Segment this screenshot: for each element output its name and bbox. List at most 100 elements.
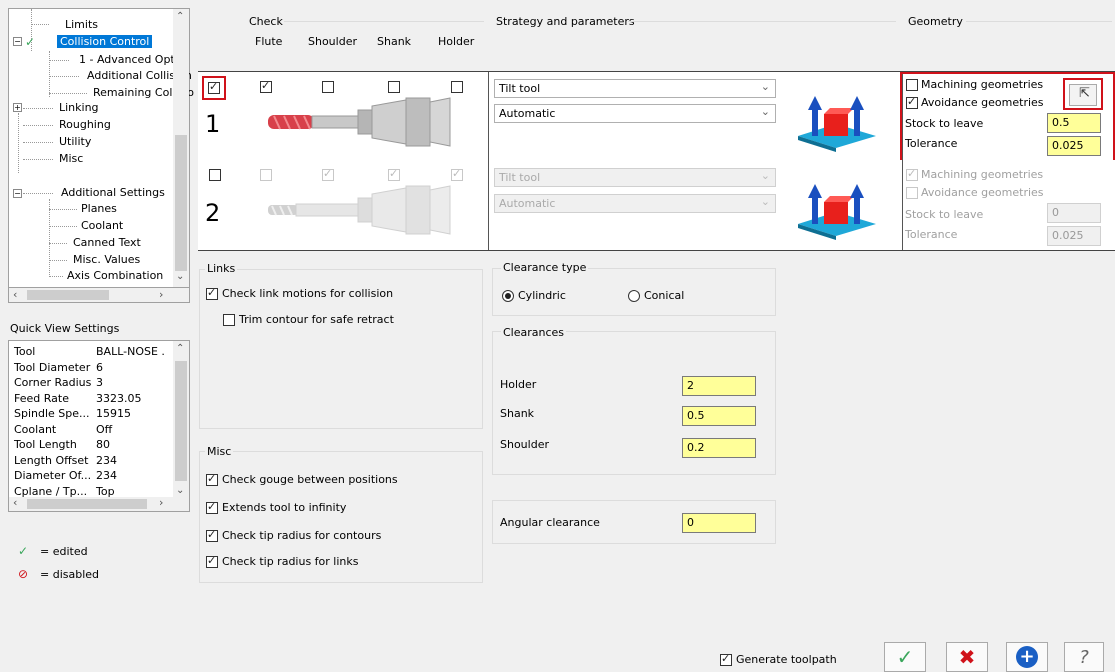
select-geometry-button[interactable]: ⇱: [1069, 84, 1097, 106]
tool-image-1: [268, 97, 451, 147]
trim-contour-checkbox[interactable]: [223, 314, 235, 326]
shank-label: Shank: [500, 407, 535, 420]
legend-disabled: = disabled: [40, 568, 100, 581]
row2-holder-checkbox[interactable]: [451, 167, 463, 181]
header-shoulder: Shoulder: [308, 35, 357, 48]
check-gouge-label: Check gouge between positions: [222, 473, 398, 486]
row1-machining-label: Machining geometries: [921, 78, 1044, 91]
row2-flute-checkbox[interactable]: [260, 169, 272, 181]
apply-button[interactable]: +: [1006, 642, 1048, 672]
row1-stock-label: Stock to leave: [905, 117, 984, 130]
quick-view-value: 234: [96, 469, 117, 482]
scroll-up-icon[interactable]: ⌃: [176, 343, 184, 354]
expand-icon[interactable]: +: [13, 103, 22, 112]
check-icon: ✓: [25, 35, 36, 49]
quick-view-value: Top: [96, 484, 115, 498]
quick-view-value: 6: [96, 360, 103, 374]
row1-shoulder-checkbox[interactable]: [322, 81, 334, 93]
tip-links-checkbox[interactable]: [206, 554, 218, 568]
scroll-right-icon[interactable]: ›: [159, 288, 163, 301]
check-link-checkbox[interactable]: [206, 286, 218, 300]
header-geometry: Geometry: [908, 15, 963, 28]
row2-machining-label: Machining geometries: [921, 168, 1044, 181]
links-title: Links: [205, 262, 238, 275]
row2-machining-checkbox[interactable]: [906, 167, 918, 181]
tree-item-utility[interactable]: Utility: [59, 135, 91, 148]
row2-stock-label: Stock to leave: [905, 208, 984, 221]
row2-mode-value: Automatic: [499, 197, 556, 210]
angular-clearance-input[interactable]: 0: [682, 513, 756, 533]
tree-item-axis-combination[interactable]: Axis Combination: [67, 269, 163, 282]
generate-toolpath-checkbox[interactable]: [720, 652, 732, 666]
generate-toolpath-label: Generate toolpath: [736, 653, 837, 666]
quick-view-value: 234: [96, 453, 117, 467]
quick-view-value: 15915: [96, 407, 131, 420]
conical-radio[interactable]: [628, 290, 640, 302]
scroll-down-icon[interactable]: ⌄: [176, 485, 184, 496]
tree-hscrollbar[interactable]: ‹ ›: [8, 287, 190, 303]
tree-item-roughing[interactable]: Roughing: [59, 118, 111, 131]
tip-contours-checkbox[interactable]: [206, 528, 218, 542]
tree-item-collision-control[interactable]: Collision Control: [57, 35, 153, 48]
scroll-left-icon[interactable]: ‹: [13, 288, 17, 301]
row1-enable-checkbox[interactable]: [208, 80, 220, 94]
tree-item-additional-settings[interactable]: Additional Settings: [61, 186, 165, 199]
chevron-down-icon: ⌄: [760, 195, 770, 208]
shoulder-clearance-input[interactable]: 0.2: [682, 438, 756, 458]
collapse-icon[interactable]: −: [13, 37, 22, 46]
row1-strategy-select[interactable]: Tilt tool ⌄: [494, 79, 776, 98]
row2-stock-input[interactable]: 0: [1047, 203, 1101, 223]
tree-item-misc[interactable]: Misc: [59, 152, 83, 165]
help-button[interactable]: ?: [1064, 642, 1104, 672]
row1-stock-input[interactable]: 0.5: [1047, 113, 1101, 133]
cursor-arrow-icon: ⇱: [1079, 86, 1090, 101]
row1-flute-checkbox[interactable]: [260, 79, 272, 93]
check-link-label: Check link motions for collision: [222, 287, 394, 300]
row2-strategy-select[interactable]: Tilt tool ⌄: [494, 168, 776, 187]
misc-title: Misc: [205, 445, 234, 458]
scroll-left-icon[interactable]: ‹: [13, 496, 17, 509]
row2-tol-input[interactable]: 0.025: [1047, 226, 1101, 246]
tree-item-misc-values[interactable]: Misc. Values: [73, 253, 140, 266]
cylindric-radio[interactable]: [502, 290, 514, 302]
holder-clearance-input[interactable]: 2: [682, 376, 756, 396]
tilt-avoidance-icon: [798, 96, 876, 152]
quick-view-row: Diameter Of... 234: [14, 469, 174, 484]
tip-contours-label: Check tip radius for contours: [222, 529, 382, 542]
row1-avoidance-checkbox[interactable]: [906, 95, 918, 109]
clearances-title: Clearances: [501, 326, 567, 339]
chevron-down-icon: ⌄: [760, 80, 770, 93]
tree-item-coolant[interactable]: Coolant: [81, 219, 123, 232]
quick-view-hscrollbar[interactable]: ‹ ›: [9, 496, 189, 511]
row2-avoidance-checkbox[interactable]: [906, 187, 918, 199]
extends-tool-checkbox[interactable]: [206, 500, 218, 514]
quick-view-vscrollbar[interactable]: ⌃ ⌄: [173, 341, 189, 497]
shank-clearance-input[interactable]: 0.5: [682, 406, 756, 426]
tree-item-linking[interactable]: Linking: [59, 101, 99, 114]
row2-mode-select[interactable]: Automatic ⌄: [494, 194, 776, 213]
tree-panel[interactable]: Limits − ✓ Collision Control 1 - Advance…: [8, 8, 194, 288]
row2-shoulder-checkbox[interactable]: [322, 167, 334, 181]
row1-tol-input[interactable]: 0.025: [1047, 136, 1101, 156]
collapse-icon[interactable]: −: [13, 189, 22, 198]
quick-view-value: BALL-NOSE .: [96, 345, 165, 358]
row1-shank-checkbox[interactable]: [388, 81, 400, 93]
ok-button[interactable]: ✓: [884, 642, 926, 672]
quick-view-value: 3323.05: [96, 391, 142, 405]
row1-machining-checkbox[interactable]: [906, 79, 918, 91]
tree-vscrollbar[interactable]: ⌃ ⌄: [173, 9, 189, 287]
scroll-right-icon[interactable]: ›: [159, 496, 163, 509]
row2-enable-checkbox[interactable]: [209, 169, 221, 181]
tree-item-planes[interactable]: Planes: [81, 202, 117, 215]
row1-holder-checkbox[interactable]: [451, 81, 463, 93]
scroll-up-icon[interactable]: ⌃: [176, 11, 184, 22]
quick-view-key: Feed Rate: [14, 391, 69, 405]
tree-item-advanced-opti[interactable]: 1 - Advanced Opti: [79, 53, 178, 66]
row2-shank-checkbox[interactable]: [388, 167, 400, 181]
check-gouge-checkbox[interactable]: [206, 472, 218, 486]
scroll-down-icon[interactable]: ⌄: [176, 271, 184, 282]
tree-item-canned-text[interactable]: Canned Text: [73, 236, 141, 249]
tree-item-limits[interactable]: Limits: [65, 18, 98, 31]
row1-mode-select[interactable]: Automatic ⌄: [494, 104, 776, 123]
cancel-button[interactable]: ✖: [946, 642, 988, 672]
